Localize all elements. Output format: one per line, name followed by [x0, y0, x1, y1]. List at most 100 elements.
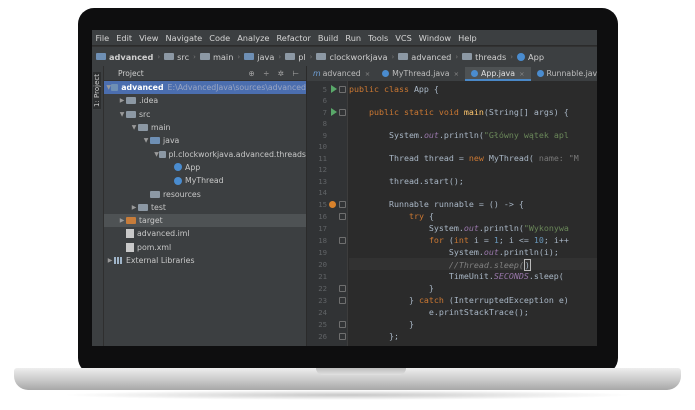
tree-item[interactable]: ▶ target	[104, 213, 306, 228]
chevron-right-icon[interactable]: ▶	[118, 97, 126, 104]
tree-item[interactable]: ▼ src	[104, 108, 306, 121]
chevron-down-icon[interactable]: ▼	[118, 111, 126, 118]
breadcrumb-advanced-pkg[interactable]: advanced ›	[398, 52, 458, 62]
class-icon	[174, 163, 182, 172]
tree-item[interactable]: ▼ pl.clockworkjava.advanced.threads	[104, 147, 306, 160]
breadcrumb-threads[interactable]: threads ›	[462, 52, 513, 62]
run-icon[interactable]	[331, 108, 337, 116]
menu-window[interactable]: Window	[415, 33, 454, 43]
chevron-right-icon[interactable]: ▶	[118, 217, 126, 224]
chevron-down-icon[interactable]: ▼	[142, 137, 150, 144]
fold-icon[interactable]	[339, 201, 346, 208]
line-number: 12	[318, 165, 327, 174]
breadcrumb-advanced[interactable]: advanced ›	[96, 52, 160, 62]
editor-tab-label: App.java	[481, 69, 516, 78]
folder-icon	[111, 84, 119, 92]
editor-area: m advanced × MyThread.java × App.java × Runnabl…	[307, 66, 597, 346]
code-line-25: };	[349, 331, 399, 341]
menu-tools[interactable]: Tools	[365, 33, 392, 43]
tree-item[interactable]: MyThread	[104, 174, 306, 187]
menu-vcs[interactable]: VCS	[392, 33, 416, 43]
breadcrumb-main[interactable]: main ›	[199, 52, 240, 62]
chevron-right-icon: ›	[157, 52, 161, 61]
maven-icon: m	[313, 69, 321, 78]
tree-item-label: test	[151, 202, 166, 212]
fold-icon[interactable]	[339, 321, 346, 328]
menu-edit[interactable]: Edit	[113, 33, 136, 43]
folder-icon	[164, 53, 175, 60]
editor-tab[interactable]: App.java ×	[465, 67, 531, 81]
tree-item[interactable]: ▶ .idea	[104, 94, 306, 107]
tree-item-label: pl.clockworkjava.advanced.threads	[168, 149, 307, 159]
line-number: 23	[318, 296, 327, 305]
menu-navigate[interactable]: Navigate	[162, 33, 206, 43]
tree-item-label: main	[151, 123, 171, 133]
fold-icon[interactable]	[339, 333, 346, 340]
fold-icon[interactable]	[339, 237, 346, 244]
breadcrumb-src[interactable]: src ›	[164, 52, 196, 62]
fold-icon[interactable]	[339, 297, 346, 304]
lambda-icon	[329, 201, 336, 208]
folder-icon	[244, 53, 255, 60]
breadcrumb-pl[interactable]: pl ›	[285, 52, 312, 62]
close-icon[interactable]: ×	[365, 70, 370, 78]
code-line-16: System.out.println("Wykonywa	[349, 223, 569, 233]
line-number: 21	[318, 272, 327, 281]
chevron-right-icon[interactable]: ▶	[106, 257, 114, 264]
breadcrumb-clockworkjava[interactable]: clockworkjava ›	[316, 52, 394, 62]
file-icon	[126, 242, 134, 252]
tree-item[interactable]: pom.xml	[104, 241, 306, 254]
fold-icon[interactable]	[339, 86, 346, 93]
chevron-right-icon: ›	[510, 52, 514, 61]
line-number: 9	[322, 131, 327, 140]
project-tree: ▼ advanced E:\AdvancedJava\sources\advance…	[104, 81, 306, 267]
laptop-base	[14, 368, 681, 390]
menu-view[interactable]: View	[136, 33, 162, 43]
code-line-19: //Thread.sleep()	[349, 259, 531, 271]
panel-toolbar-icons[interactable]: ⊕ ÷ ✲ ⊢	[248, 69, 302, 78]
editor-tab[interactable]: m advanced ×	[307, 67, 376, 81]
line-number: 10	[318, 142, 327, 151]
menu-help[interactable]: Help	[455, 33, 481, 43]
breadcrumb-app[interactable]: App	[517, 52, 544, 62]
code-line-21: }	[349, 283, 434, 293]
tree-item[interactable]: App	[104, 161, 306, 174]
class-icon	[471, 70, 479, 77]
menu-file[interactable]: File	[92, 33, 113, 43]
code-line-22: } catch (InterruptedException e)	[349, 295, 569, 305]
tree-item[interactable]: ▼ main	[104, 121, 306, 134]
code-view[interactable]: public class App { public static void ma…	[349, 81, 597, 346]
tree-item[interactable]: resources	[104, 187, 306, 200]
menu-refactor[interactable]: Refactor	[273, 33, 314, 43]
tree-item[interactable]: ▼ advanced E:\AdvancedJava\sources\advance…	[104, 81, 306, 95]
breadcrumb-java[interactable]: java ›	[244, 52, 281, 62]
fold-icon[interactable]	[339, 285, 346, 292]
chevron-right-icon[interactable]: ▶	[130, 204, 138, 211]
folder-icon	[126, 97, 136, 105]
folder-icon	[138, 203, 148, 211]
tree-item[interactable]: ▶ External Libraries	[104, 254, 306, 267]
class-icon	[517, 52, 526, 61]
menu-code[interactable]: Code	[206, 33, 234, 43]
project-view-selector[interactable]: Project	[118, 69, 144, 78]
folder-icon	[150, 137, 160, 145]
line-number: 14	[318, 188, 327, 197]
menu-build[interactable]: Build	[314, 33, 342, 43]
menu-analyze[interactable]: Analyze	[234, 33, 273, 43]
menu-run[interactable]: Run	[342, 33, 365, 43]
project-tool-button[interactable]: 1: Project	[93, 72, 101, 109]
line-number: 6	[322, 96, 327, 105]
code-line-6: public static void main(String[] args) {	[349, 107, 569, 117]
tree-item[interactable]: advanced.iml	[104, 227, 306, 240]
close-icon[interactable]: ×	[519, 70, 524, 78]
close-icon[interactable]: ×	[454, 70, 459, 78]
editor-tab[interactable]: Runnable.java×	[531, 67, 597, 81]
editor-tab[interactable]: MyThread.java ×	[376, 67, 465, 81]
tree-item[interactable]: ▼ java	[104, 134, 306, 147]
tree-item[interactable]: ▶ test	[104, 201, 306, 214]
fold-icon[interactable]	[339, 213, 346, 220]
chevron-down-icon[interactable]: ▼	[130, 124, 138, 131]
folder-icon	[96, 53, 106, 60]
fold-icon[interactable]	[339, 109, 346, 116]
run-icon[interactable]	[331, 85, 337, 93]
